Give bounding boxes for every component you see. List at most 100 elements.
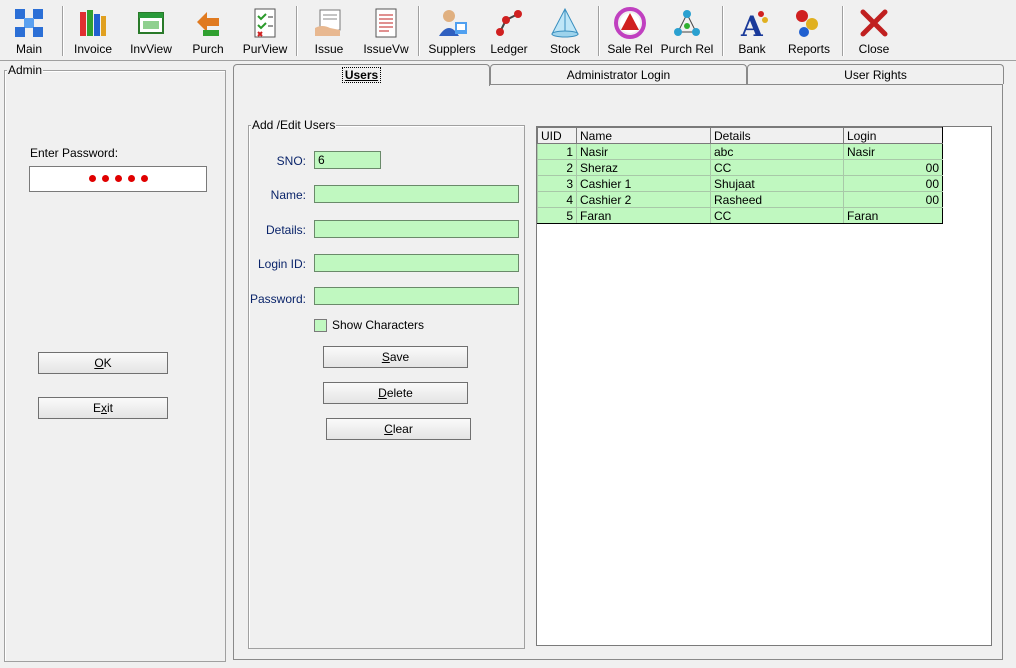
toolbar-issuevw-button[interactable]: IssueVw — [361, 6, 411, 58]
grid-column-uid[interactable]: UID — [537, 127, 577, 144]
grid-cell-login: Nasir — [843, 143, 943, 160]
purview-checklist-icon — [254, 8, 276, 38]
toolbar-reports-label: Reports — [787, 42, 831, 56]
toolbar-salerel-label: Sale Rel — [607, 42, 653, 56]
details-label: Details: — [265, 223, 306, 237]
toolbar-ledger-label: Ledger — [490, 42, 528, 56]
toolbar-invoice-label: Invoice — [73, 42, 113, 56]
grid-header-row: UID Name Details Login — [537, 127, 943, 144]
toolbar-suppliers-button[interactable]: Supplers — [425, 6, 479, 58]
grid-cell-uid: 2 — [537, 159, 577, 176]
toolbar-purview-button[interactable]: PurView — [240, 6, 290, 58]
toolbar-ledger-button[interactable]: Ledger — [486, 6, 532, 58]
toolbar-reports-button[interactable]: Reports — [784, 6, 834, 58]
tab-label: Users — [341, 67, 382, 83]
grid-cell-name: Nasir — [576, 143, 711, 160]
users-grid[interactable]: UID Name Details Login 1 Nasir abc Nasir 2 Shera… — [536, 126, 992, 646]
toolbar-close-label: Close — [858, 42, 890, 56]
toolbar-invview-button[interactable]: InvView — [126, 6, 176, 58]
admin-panel-title: Admin — [7, 63, 44, 77]
name-label: Name: — [270, 188, 306, 202]
table-row[interactable]: 1 Nasir abc Nasir — [537, 143, 943, 160]
admin-password-input[interactable] — [29, 166, 207, 192]
grid-cell-name: Cashier 1 — [576, 175, 711, 192]
main-toolbar: Main Invoice InvView Purch PurView Issue Issue… — [0, 0, 1016, 61]
password-label: Password: — [249, 292, 306, 306]
table-row[interactable]: 2 Sheraz CC 00 — [537, 159, 943, 176]
grid-cell-details: CC — [710, 207, 844, 224]
password-mask-dot — [114, 175, 122, 182]
save-button[interactable]: Save — [323, 346, 468, 368]
grid-cell-details: Shujaat — [710, 175, 844, 192]
table-row[interactable]: 5 Faran CC Faran — [537, 207, 943, 224]
toolbar-separator — [722, 6, 724, 56]
toolbar-bank-button[interactable]: A Bank — [730, 6, 774, 58]
toolbar-invview-label: InvView — [130, 42, 172, 56]
toolbar-suppliers-label: Supplers — [428, 42, 476, 56]
toolbar-bank-label: Bank — [738, 42, 766, 56]
toolbar-main-button[interactable]: Main — [8, 6, 50, 58]
main-grid-icon — [15, 9, 43, 37]
grid-cell-details: abc — [710, 143, 844, 160]
password-mask-dot — [127, 175, 135, 182]
stock-pyramid-icon — [551, 7, 579, 38]
tab-label: Administrator Login — [566, 68, 671, 82]
grid-cell-name: Faran — [576, 207, 711, 224]
issue-hand-icon — [315, 9, 341, 36]
delete-button[interactable]: Delete — [323, 382, 468, 404]
name-field[interactable] — [314, 185, 519, 203]
toolbar-purview-label: PurView — [242, 42, 288, 56]
toolbar-purchrel-button[interactable]: Purch Rel — [660, 6, 714, 58]
table-row[interactable]: 3 Cashier 1 Shujaat 00 — [537, 175, 943, 192]
grid-cell-uid: 3 — [537, 175, 577, 192]
grid-cell-name: Sheraz — [576, 159, 711, 176]
password-mask-dot — [101, 175, 109, 182]
enter-password-label: Enter Password: — [30, 146, 119, 160]
grid-cell-login: Faran — [843, 207, 943, 224]
salerel-wheel-icon — [614, 7, 646, 39]
grid-column-name[interactable]: Name — [576, 127, 711, 144]
details-field[interactable] — [314, 220, 519, 238]
toolbar-salerel-button[interactable]: Sale Rel — [606, 6, 654, 58]
grid-cell-login: 00 — [843, 175, 943, 192]
table-row[interactable]: 4 Cashier 2 Rasheed 00 — [537, 191, 943, 208]
tab-administrator-login[interactable]: Administrator Login — [490, 64, 747, 84]
exit-button[interactable]: Exit — [38, 397, 168, 419]
toolbar-separator — [296, 6, 298, 56]
tab-users[interactable]: Users — [233, 64, 490, 86]
toolbar-stock-label: Stock — [549, 42, 580, 56]
toolbar-purch-label: Purch — [192, 42, 224, 56]
add-edit-users-title: Add /Edit Users — [251, 118, 337, 132]
grid-cell-details: Rasheed — [710, 191, 844, 208]
issuevw-document-icon — [375, 8, 397, 38]
password-field[interactable] — [314, 287, 519, 305]
grid-cell-uid: 4 — [537, 191, 577, 208]
grid-column-login[interactable]: Login — [843, 127, 943, 144]
reports-balls-icon — [796, 10, 818, 37]
ledger-nodes-icon — [496, 10, 522, 36]
purch-arrows-icon — [197, 12, 219, 36]
close-x-icon — [860, 9, 888, 37]
invoice-books-icon — [80, 10, 106, 36]
suppliers-person-icon — [439, 10, 467, 36]
sno-label: SNO: — [276, 154, 306, 168]
grid-cell-name: Cashier 2 — [576, 191, 711, 208]
tab-user-rights[interactable]: User Rights — [747, 64, 1004, 84]
login-id-label: Login ID: — [257, 257, 306, 271]
toolbar-issue-button[interactable]: Issue — [306, 6, 352, 58]
clear-button[interactable]: Clear — [326, 418, 471, 440]
toolbar-stock-button[interactable]: Stock — [545, 6, 585, 58]
login-id-field[interactable] — [314, 254, 519, 272]
toolbar-invoice-button[interactable]: Invoice — [68, 6, 118, 58]
toolbar-issuevw-label: IssueVw — [363, 42, 409, 56]
tab-label: User Rights — [844, 68, 907, 82]
purchrel-network-icon — [674, 10, 700, 36]
toolbar-close-button[interactable]: Close — [852, 6, 896, 58]
grid-column-details[interactable]: Details — [710, 127, 844, 144]
toolbar-purch-button[interactable]: Purch — [186, 6, 230, 58]
show-characters-checkbox[interactable] — [314, 319, 327, 332]
ok-button[interactable]: OK — [38, 352, 168, 374]
sno-field[interactable] — [314, 151, 381, 169]
password-mask-dot — [140, 175, 148, 182]
toolbar-separator — [62, 6, 64, 56]
